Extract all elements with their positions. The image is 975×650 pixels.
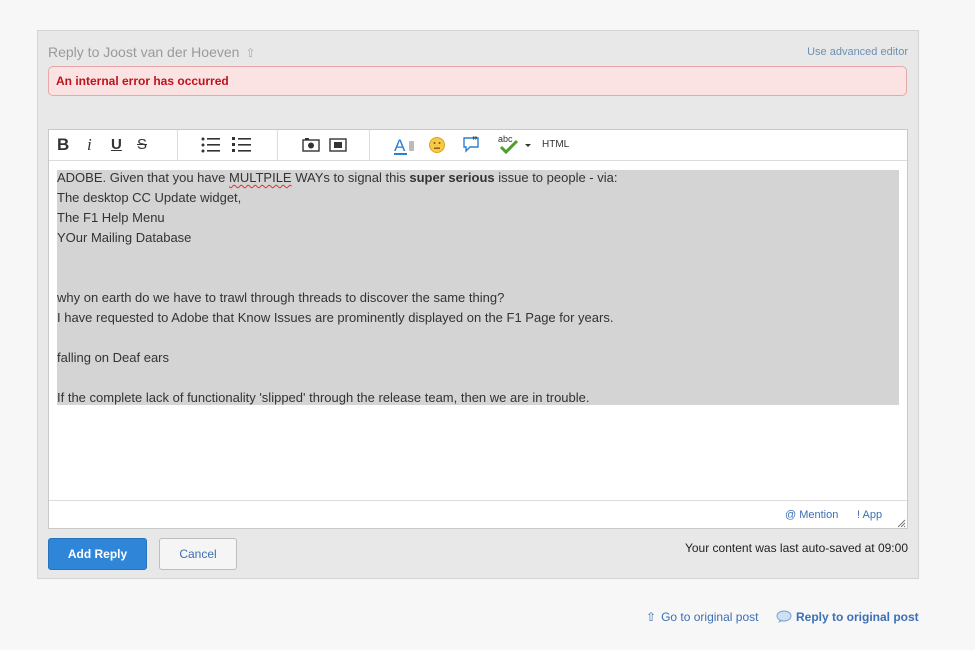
body-line-1-mid: WAYs to signal this: [291, 170, 410, 185]
up-arrow-icon: ⇧: [646, 610, 657, 624]
rich-text-editor: B i U S A ” abc HTML ADOBE. Given that y…: [48, 129, 908, 529]
svg-text:”: ”: [472, 135, 478, 147]
editor-toolbar: B i U S A ” abc HTML: [49, 130, 907, 161]
spellcheck-icon[interactable]: abc: [497, 130, 533, 160]
body-line-4: YOur Mailing Database: [57, 230, 192, 245]
mention-button[interactable]: @ Mention: [785, 509, 838, 521]
speech-bubble-icon: [776, 610, 792, 624]
bulleted-list-icon[interactable]: [201, 130, 221, 160]
font-style-icon[interactable]: A: [394, 130, 416, 160]
go-to-original-label: Go to original post: [661, 610, 759, 624]
body-line-5: why on earth do we have to trawl through…: [57, 290, 505, 305]
spellcheck-abc-label: abc: [498, 134, 513, 144]
toolbar-divider: [369, 130, 370, 160]
error-message: An internal error has occurred: [56, 74, 229, 88]
autosave-status: Your content was last auto-saved at 09:0…: [684, 541, 908, 555]
body-line-6: I have requested to Adobe that Know Issu…: [57, 310, 614, 325]
strikethrough-icon[interactable]: S: [137, 130, 147, 160]
toolbar-divider: [177, 130, 178, 160]
body-line-1-post: issue to people - via:: [494, 170, 618, 185]
body-line-8: If the complete lack of functionality 's…: [57, 390, 590, 405]
numbered-list-icon[interactable]: [232, 130, 252, 160]
svg-text:A: A: [394, 136, 406, 155]
body-line-3: The F1 Help Menu: [57, 210, 165, 225]
reply-to-original-post-link[interactable]: Reply to original post: [776, 610, 919, 624]
bold-phrase: super serious: [409, 170, 495, 185]
quote-icon[interactable]: ”: [463, 130, 483, 160]
insert-video-icon[interactable]: [329, 130, 347, 160]
editor-content-area[interactable]: ADOBE. Given that you have MULTPILE WAYs…: [57, 170, 899, 405]
toolbar-divider: [277, 130, 278, 160]
reply-panel: Reply to Joost van der Hoeven ⇧ Use advan…: [37, 30, 919, 579]
cancel-button[interactable]: Cancel: [159, 538, 237, 570]
underline-icon[interactable]: U: [111, 130, 122, 160]
resize-handle-icon[interactable]: [897, 519, 906, 528]
body-line-2: The desktop CC Update widget,: [57, 190, 242, 205]
bold-icon[interactable]: B: [57, 130, 69, 160]
emoji-icon[interactable]: [428, 130, 446, 160]
body-line-7: falling on Deaf ears: [57, 350, 170, 365]
reply-to-original-label: Reply to original post: [796, 610, 919, 624]
body-line-1-pre: ADOBE. Given that you have: [57, 170, 229, 185]
app-button[interactable]: ! App: [857, 509, 882, 521]
insert-image-icon[interactable]: [302, 130, 320, 160]
italic-icon[interactable]: i: [87, 130, 92, 160]
body-line-1: ADOBE. Given that you have MULTPILE WAYs…: [57, 170, 617, 185]
editor-footer: @ Mention ! App: [49, 500, 907, 529]
error-banner: An internal error has occurred: [48, 66, 907, 96]
add-reply-button[interactable]: Add Reply: [48, 538, 147, 570]
go-to-original-post-link[interactable]: ⇧ Go to original post: [646, 610, 758, 624]
misspelled-word: MULTPILE: [228, 170, 292, 185]
html-icon[interactable]: HTML: [542, 130, 569, 160]
reply-title: Reply to Joost van der Hoeven ⇧: [48, 44, 256, 60]
use-advanced-editor-link[interactable]: Use advanced editor: [807, 46, 908, 58]
reply-arrow-icon: ⇧: [245, 46, 256, 60]
reply-title-text: Reply to Joost van der Hoeven: [48, 44, 240, 60]
